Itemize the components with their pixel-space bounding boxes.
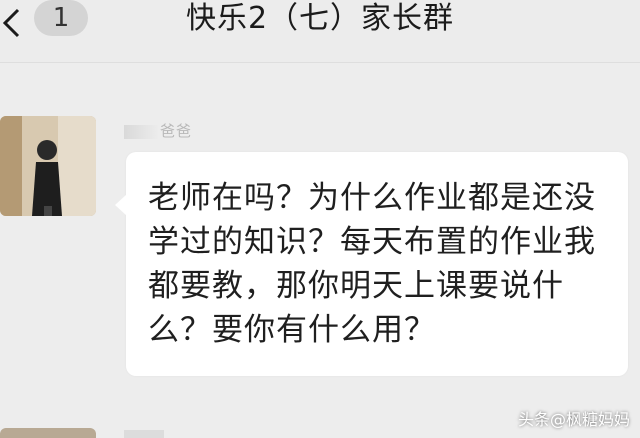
- next-message-avatar[interactable]: [0, 428, 96, 438]
- sender-name-text: 爸爸: [160, 122, 193, 140]
- blurred-name-part: [124, 124, 158, 139]
- chat-title: 快乐2（七）家长群: [185, 1, 455, 36]
- chat-header: 1 快乐2（七）家长群: [0, 0, 640, 63]
- sender-name: 爸爸: [124, 120, 192, 141]
- message-bubble[interactable]: 老师在吗？为什么作业都是还没学过的知识？每天布置的作业我都要教，那你明天上课要说…: [115, 152, 628, 376]
- message-text: 老师在吗？为什么作业都是还没学过的知识？每天布置的作业我都要教，那你明天上课要说…: [148, 180, 596, 348]
- watermark: 头条@枫糖妈妈: [517, 410, 630, 429]
- chat-screen: 1 快乐2（七）家长群 爸爸 老师在吗？为什么作业都是还没学过的知识？每天布置的…: [0, 0, 640, 438]
- avatar[interactable]: [0, 116, 96, 216]
- avatar-photo: [0, 116, 96, 216]
- next-message-sender-name: [124, 430, 164, 438]
